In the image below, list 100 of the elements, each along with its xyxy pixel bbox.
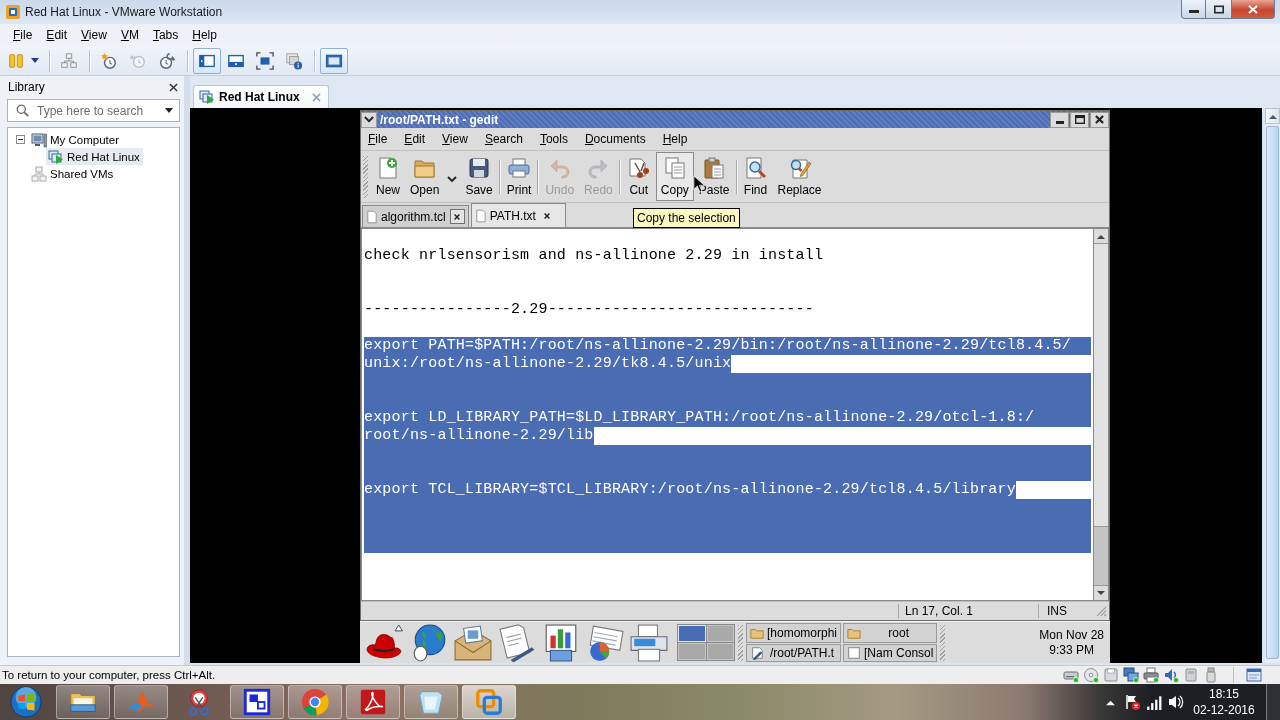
document-pen-icon — [498, 623, 536, 662]
menu-item[interactable]: Edit — [398, 132, 432, 146]
up-arrow-icon — [1268, 113, 1277, 119]
toolbar-button[interactable] — [320, 47, 348, 74]
scroll-up-button[interactable] — [1094, 229, 1108, 244]
toolbar-button[interactable]: Save — [460, 152, 498, 201]
caret-icon — [31, 58, 39, 63]
maximize-button[interactable] — [1070, 111, 1089, 128]
network-icon[interactable] — [1123, 667, 1139, 683]
tab[interactable]: Red Hat Linux — [193, 85, 329, 108]
text-line: ----------------2.29----------------------------- — [364, 301, 814, 319]
tab[interactable]: algorithm.tcl — [362, 205, 469, 227]
minimize-button[interactable] — [1050, 111, 1069, 128]
drag-handle[interactable] — [940, 624, 946, 661]
window-menu-button[interactable] — [361, 111, 377, 128]
taskbar-button[interactable] — [230, 685, 284, 719]
windows-info-icon — [285, 51, 303, 70]
flag-icon[interactable] — [1124, 694, 1140, 710]
menu-item[interactable]: Tools — [533, 132, 574, 146]
menu-item[interactable]: View — [74, 28, 114, 42]
clock-date: Mon Nov 28 — [1039, 627, 1104, 643]
maximize-button[interactable] — [1206, 0, 1232, 19]
printer-icon[interactable] — [1143, 667, 1159, 683]
taskbar-button[interactable]: /root/PATH.t — [746, 644, 842, 662]
toolbar-button[interactable]: New — [371, 152, 405, 201]
folder-icon — [847, 626, 862, 640]
menu-item[interactable]: Tabs — [145, 28, 186, 42]
menu-item[interactable]: Edit — [39, 28, 75, 42]
menu-item[interactable]: File — [362, 132, 394, 146]
toolbar-button[interactable]: Cut — [621, 152, 656, 201]
taskbar-button[interactable]: [homomorphi — [746, 623, 842, 643]
drag-handle[interactable] — [738, 624, 743, 661]
taskbar-button[interactable]: root — [843, 623, 938, 643]
start-orb-icon — [9, 685, 43, 719]
tree-item[interactable]: My Computer — [29, 131, 123, 148]
window-title: /root/PATH.txt - gedit — [380, 112, 499, 127]
tree-item[interactable]: Red Hat Linux — [46, 148, 143, 165]
maximize-icon — [1213, 4, 1224, 14]
pause-icon — [7, 51, 25, 70]
workspace[interactable] — [678, 625, 706, 642]
app-icon — [5, 4, 21, 20]
drag-handle[interactable] — [363, 155, 368, 198]
usb-drive-icon[interactable] — [1203, 667, 1219, 683]
hat-icon — [366, 623, 404, 662]
toolbar-button[interactable] — [193, 47, 221, 74]
menu-item[interactable]: Search — [478, 132, 529, 146]
launcher-button[interactable] — [627, 622, 671, 663]
copy-icon — [662, 156, 687, 180]
scroll-up-button[interactable] — [1265, 108, 1280, 124]
toolbar-button[interactable]: Print — [501, 152, 537, 201]
menu-item[interactable]: File — [6, 28, 40, 42]
taskbar-button[interactable]: [Nam Consol — [843, 644, 938, 662]
network-icon — [60, 51, 78, 70]
vm-display[interactable] — [190, 108, 1262, 663]
menu-item[interactable]: VM — [113, 28, 146, 42]
clock-star-icon — [100, 51, 118, 70]
message-icon[interactable] — [1246, 667, 1262, 683]
scrollbar-thumb[interactable] — [1266, 126, 1279, 659]
scrollbar-thumb[interactable] — [1094, 244, 1108, 527]
computer-icon — [31, 131, 47, 148]
tab[interactable]: PATH.txt — [470, 203, 566, 227]
scrollbar[interactable] — [1093, 228, 1109, 601]
disc-icon[interactable] — [1083, 667, 1099, 683]
close-icon — [1248, 4, 1258, 14]
up-arrow-icon — [1097, 233, 1105, 239]
menu-item[interactable]: Help — [185, 28, 224, 42]
tree-item[interactable]: Shared VMs — [29, 165, 117, 182]
scrollbar[interactable] — [1265, 108, 1280, 663]
toolbar-button[interactable]: Open — [405, 152, 445, 201]
toolbar-button[interactable]: Replace — [772, 152, 827, 201]
pie-chart-icon — [586, 623, 624, 662]
menu-item[interactable]: Documents — [578, 132, 652, 146]
close-button[interactable] — [169, 82, 178, 92]
close-button[interactable] — [449, 209, 465, 224]
document-icon — [367, 209, 377, 224]
clipboard-icon — [702, 156, 727, 180]
show-desktop-button[interactable] — [1266, 684, 1280, 720]
printer-icon — [630, 623, 668, 662]
minimize-button[interactable] — [1181, 0, 1206, 19]
taskbar-button[interactable] — [56, 685, 110, 719]
network-icon — [31, 165, 47, 182]
menu-item[interactable]: View — [436, 132, 474, 146]
search-field[interactable]: Type here to search — [7, 99, 180, 122]
taskbar-button[interactable] — [346, 685, 400, 719]
volume-icon[interactable] — [1168, 694, 1184, 710]
menu-item[interactable]: Help — [656, 132, 694, 146]
collapse-icon[interactable] — [16, 135, 25, 144]
toolbar-button[interactable]: Copy — [655, 152, 694, 201]
squares-logo-icon — [474, 687, 504, 717]
toolbar-button[interactable]: Find — [738, 152, 773, 201]
caret-icon[interactable] — [165, 108, 173, 113]
text-editor[interactable] — [361, 228, 1093, 601]
scroll-down-button[interactable] — [1094, 585, 1108, 600]
resize-grip-icon[interactable] — [1096, 605, 1107, 617]
speaker-icon[interactable] — [1163, 667, 1179, 683]
signal-icon[interactable] — [1146, 694, 1162, 710]
close-icon — [543, 211, 552, 220]
launcher-button[interactable] — [451, 622, 495, 663]
cursor-position: Ln 17, Col. 1 — [898, 604, 1038, 618]
close-button[interactable] — [1090, 111, 1109, 128]
